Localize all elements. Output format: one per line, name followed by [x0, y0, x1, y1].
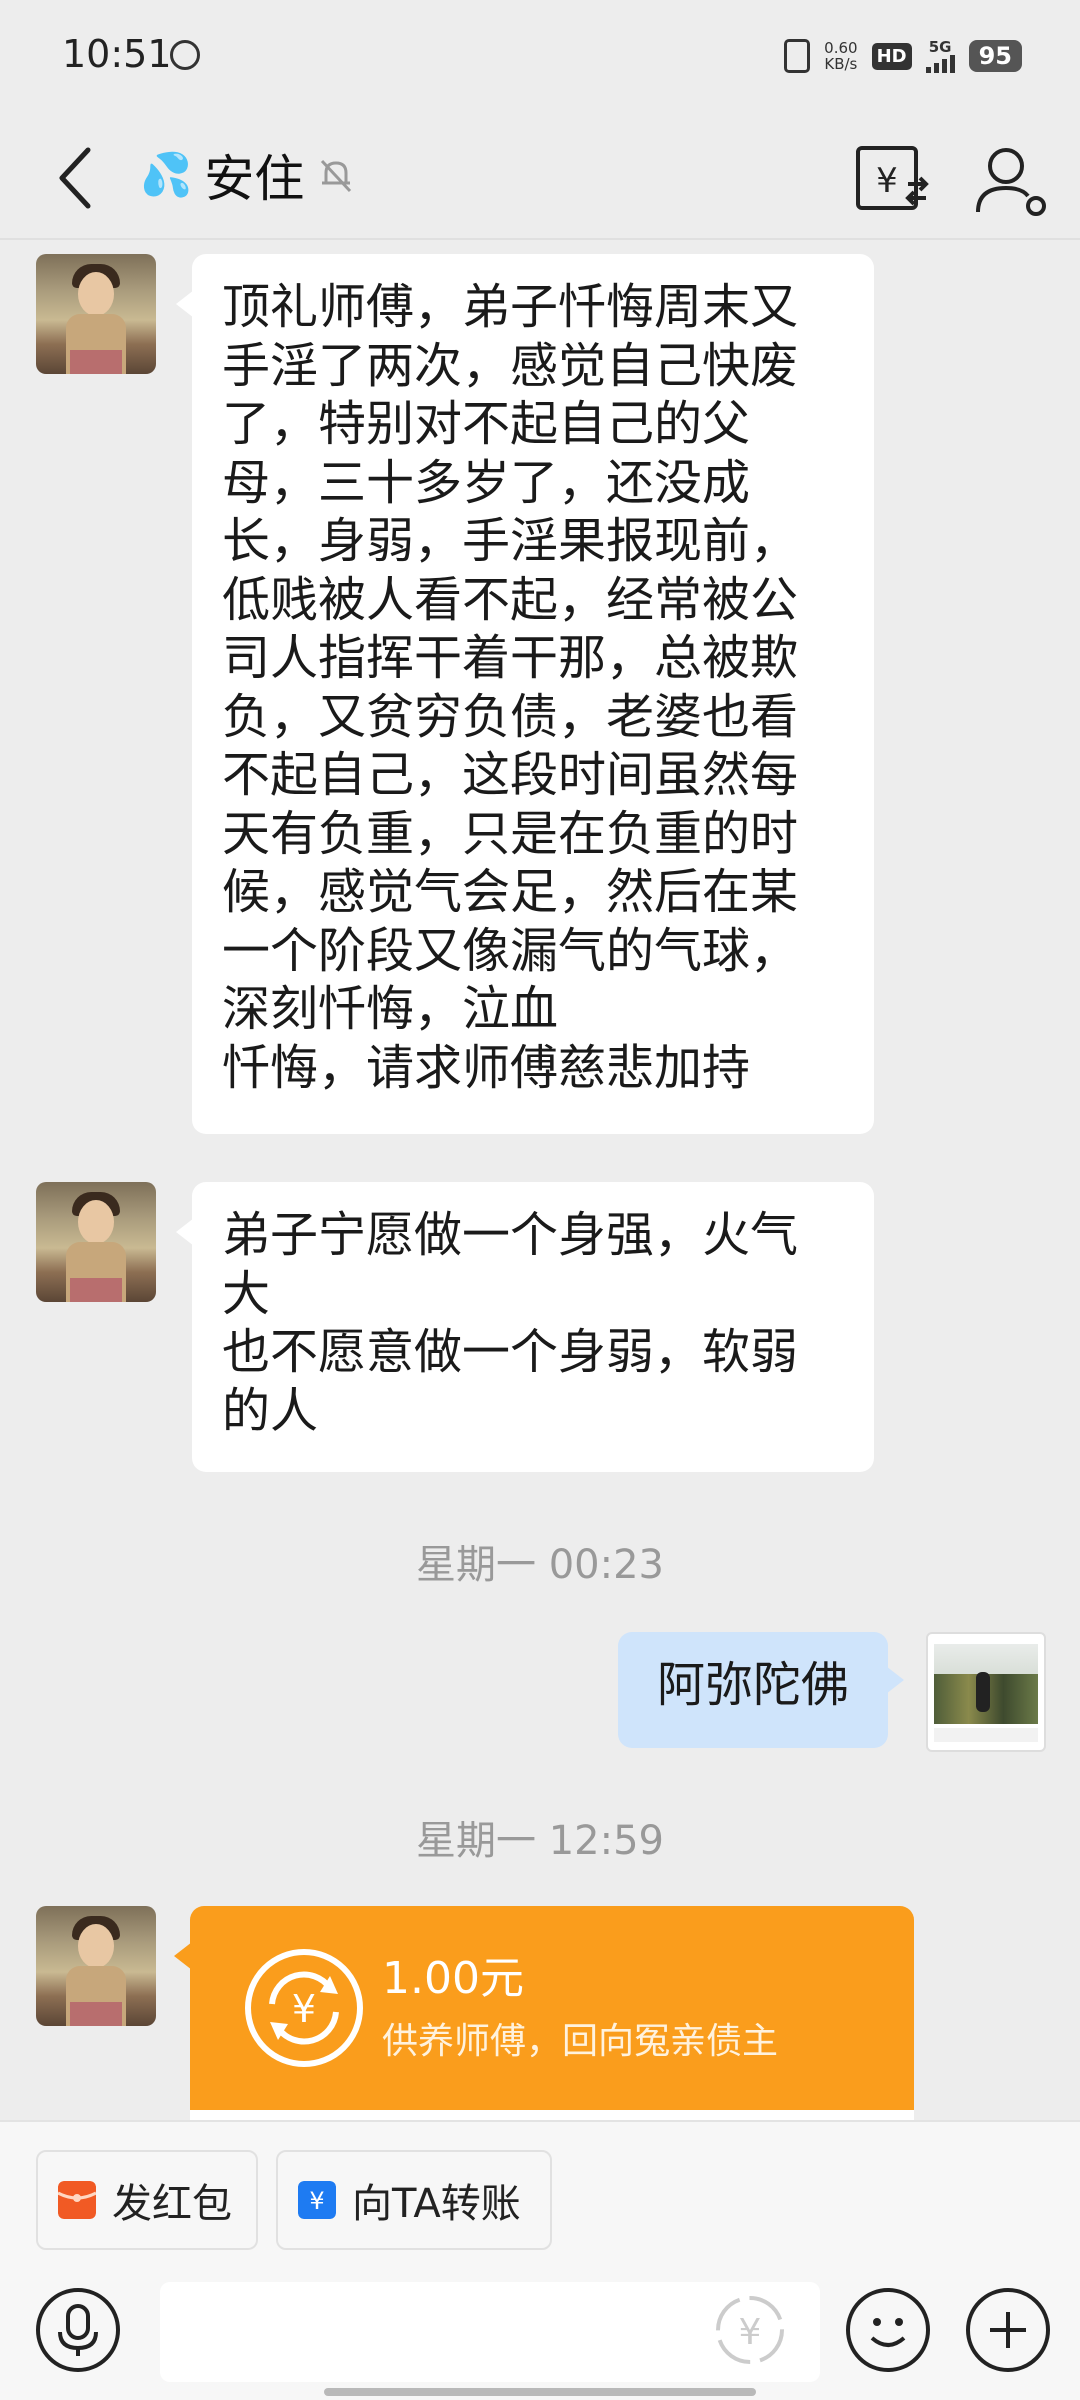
transfer-note: 供养师傅，回向冤亲债主 [382, 2021, 779, 2062]
yuan-circle-icon[interactable]: ¥ [712, 2292, 788, 2368]
input-panel: 发红包 ¥ 向TA转账 [0, 2120, 1080, 2400]
my-message-bubble[interactable]: 阿弥陀佛 [618, 1632, 904, 1748]
smiley-icon [870, 2318, 906, 2347]
transfer-yuan-icon[interactable]: ¥ [846, 134, 936, 224]
microphone-icon [58, 2304, 98, 2356]
sweat-drops-emoji: 💦 [140, 150, 193, 199]
data-saver-icon [170, 40, 200, 70]
chat-title: 安住 [204, 150, 305, 208]
network-speed-unit: KB/s [824, 55, 858, 73]
mute-bell-icon [321, 159, 352, 193]
plus-icon [990, 2312, 1026, 2348]
network-speed: 0.60 KB/s [824, 40, 857, 72]
network-type: 5G [928, 37, 952, 56]
transfer-button[interactable]: ¥ 向TA转账 [276, 2150, 552, 2250]
status-indicators: 0.60 KB/s HD 5G 95 [784, 36, 1022, 76]
voice-button[interactable] [36, 2288, 120, 2372]
status-time: 10:51 [62, 32, 172, 76]
transfer-exchange-icon: ¥ [245, 1949, 363, 2067]
profile-settings-icon[interactable] [966, 134, 1056, 224]
chat-header: 💦 安住 ¥ [0, 116, 1080, 240]
input-row [0, 2282, 1080, 2392]
battery-icon: 95 [968, 40, 1022, 72]
contact-avatar[interactable] [36, 254, 156, 374]
contact-avatar[interactable] [36, 1906, 156, 2026]
hd-badge: HD [871, 42, 912, 70]
vibrate-icon [784, 39, 811, 73]
chat-title-wrap: 💦 安住 [140, 140, 356, 210]
transfer-label: 向TA转账 [352, 2181, 521, 2227]
timestamp: 星期一 12:59 [416, 1818, 664, 1864]
transfer-card[interactable]: ¥ 1.00元 供养师傅，回向冤亲债主 [174, 1906, 914, 2116]
svg-text:¥: ¥ [292, 1987, 316, 2031]
timestamp: 星期一 00:23 [416, 1542, 664, 1588]
emoji-button[interactable] [846, 2288, 930, 2372]
signal-icon: 5G [925, 37, 955, 73]
more-button[interactable] [966, 2288, 1050, 2372]
red-packet-button[interactable]: 发红包 [36, 2150, 258, 2250]
contact-avatar[interactable] [36, 1182, 156, 1302]
message-bubble[interactable]: 弟子宁愿做一个身强，火气 大 也不愿意做一个身弱，软弱 的人 [176, 1182, 874, 1472]
my-avatar[interactable] [926, 1632, 1046, 1752]
back-arrow-icon[interactable] [48, 142, 112, 214]
transfer-amount: 1.00元 [382, 1953, 524, 2004]
status-bar: 10:51 0.60 KB/s HD 5G 95 [0, 0, 1080, 116]
svg-text:¥: ¥ [739, 2312, 762, 2353]
home-indicator[interactable] [324, 2388, 756, 2396]
svg-text:¥: ¥ [876, 161, 898, 201]
red-packet-label: 发红包 [112, 2181, 232, 2227]
red-packet-icon [58, 2181, 96, 2219]
transfer-small-icon: ¥ [298, 2181, 336, 2219]
message-bubble[interactable]: 顶礼师傅，弟子忏悔周末又 手淫了两次，感觉自己快废 了，特别对不起自己的父 母，… [176, 254, 874, 1134]
svg-text:¥: ¥ [309, 2187, 324, 2215]
